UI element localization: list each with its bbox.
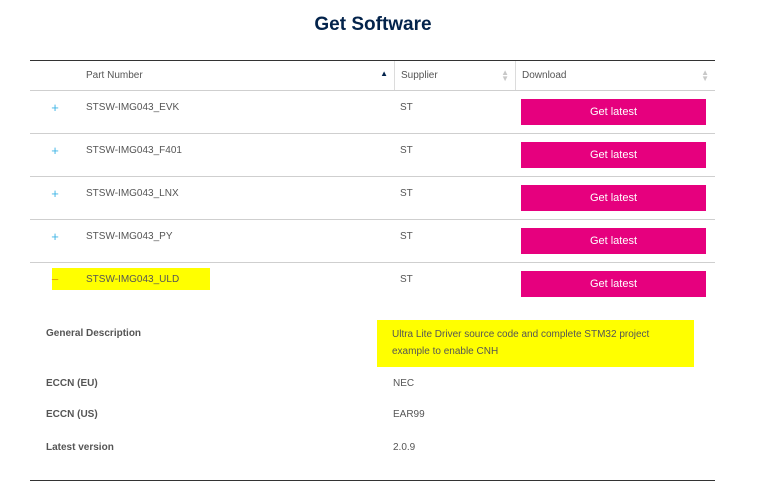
get-latest-button[interactable]: Get latest (521, 99, 706, 125)
general-description-label: General Description (46, 328, 142, 339)
get-latest-button[interactable]: Get latest (521, 228, 706, 254)
download-cell: Get latest (515, 134, 715, 176)
eccn-eu-label: ECCN (EU) (46, 378, 98, 389)
table-row: + STSW-IMG043_LNX ST Get latest (30, 177, 715, 220)
header-supplier[interactable]: Supplier ▲ ▼ (394, 61, 515, 90)
sort-ascending-icon[interactable]: ▲ (380, 69, 388, 78)
part-number-cell: STSW-IMG043_PY (86, 231, 173, 242)
sort-icon[interactable]: ▲ ▼ (701, 68, 709, 82)
page-title: Get Software (314, 14, 432, 35)
get-latest-button[interactable]: Get latest (521, 185, 706, 211)
table-row: + STSW-IMG043_EVK ST Get latest (30, 91, 715, 134)
part-number-cell: STSW-IMG043_F401 (86, 145, 182, 156)
supplier-cell: ST (400, 231, 413, 242)
header-download[interactable]: Download ▲ ▼ (515, 61, 715, 90)
supplier-cell: ST (400, 145, 413, 156)
download-cell: Get latest (515, 220, 715, 262)
general-description-value: Ultra Lite Driver source code and comple… (377, 320, 694, 367)
plus-icon[interactable]: + (30, 134, 80, 176)
minus-icon[interactable]: − (30, 263, 80, 306)
plus-icon[interactable]: + (30, 220, 80, 262)
download-cell: Get latest (515, 91, 715, 133)
header-download-label: Download (522, 70, 567, 81)
part-number-cell: STSW-IMG043_LNX (86, 188, 179, 199)
supplier-cell: ST (400, 188, 413, 199)
header-part-number[interactable]: Part Number ▲ (80, 61, 394, 90)
header-supplier-label: Supplier (401, 70, 438, 81)
eccn-us-label: ECCN (US) (46, 409, 98, 420)
get-latest-button[interactable]: Get latest (521, 271, 706, 297)
eccn-eu-value: NEC (393, 378, 415, 389)
latest-version-value: 2.0.9 (393, 442, 416, 453)
header-expand-col (30, 61, 80, 90)
plus-icon[interactable]: + (30, 177, 80, 219)
eccn-us-value: EAR99 (393, 409, 425, 420)
supplier-cell: ST (400, 102, 413, 113)
details-panel: General Description Ultra Lite Driver so… (30, 305, 715, 481)
download-cell: Get latest (515, 177, 715, 219)
table-row: + STSW-IMG043_F401 ST Get latest (30, 134, 715, 177)
header-part-number-label: Part Number (86, 70, 143, 81)
sort-icon[interactable]: ▲ ▼ (501, 68, 509, 82)
part-number-text: STSW-IMG043_ULD (86, 274, 180, 285)
get-latest-button[interactable]: Get latest (521, 142, 706, 168)
part-number-cell: STSW-IMG043_EVK (86, 102, 180, 113)
table-header: Part Number ▲ Supplier ▲ ▼ Download ▲ ▼ (30, 61, 715, 91)
latest-version-label: Latest version (46, 442, 114, 453)
supplier-cell: ST (400, 274, 413, 285)
table-row: + STSW-IMG043_PY ST Get latest (30, 220, 715, 263)
download-cell: Get latest (515, 263, 715, 306)
plus-icon[interactable]: + (30, 91, 80, 133)
